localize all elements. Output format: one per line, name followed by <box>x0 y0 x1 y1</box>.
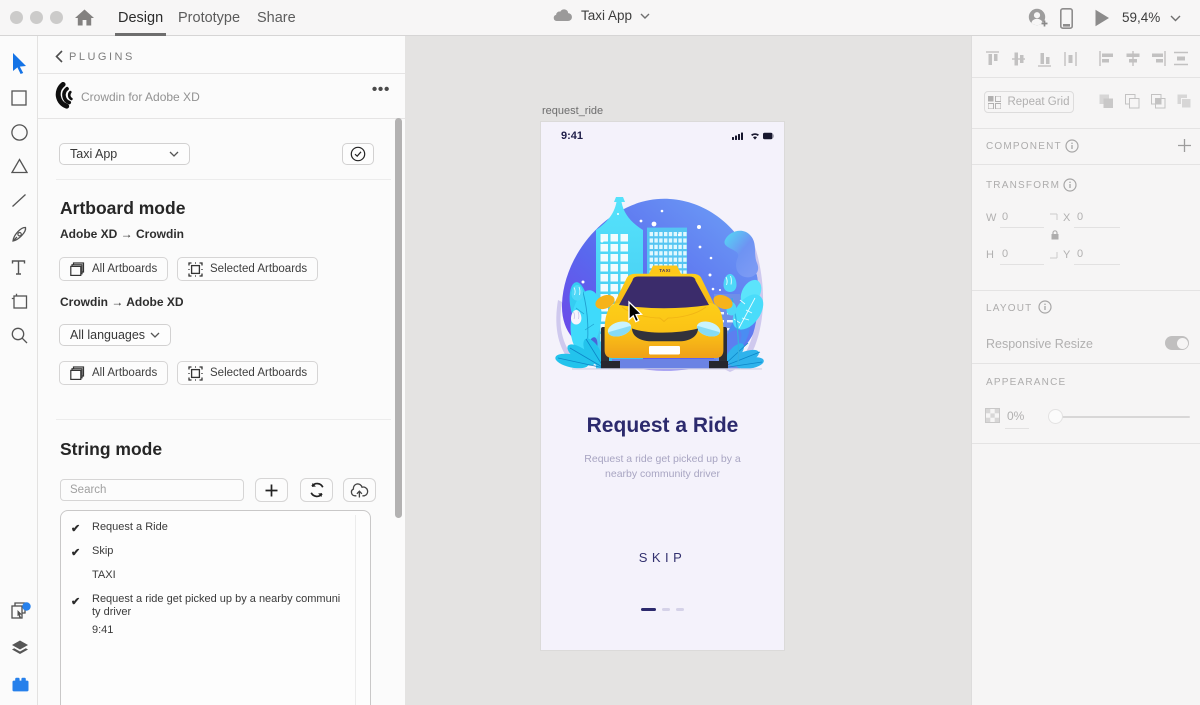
svg-text:TAXI: TAXI <box>659 268 671 273</box>
